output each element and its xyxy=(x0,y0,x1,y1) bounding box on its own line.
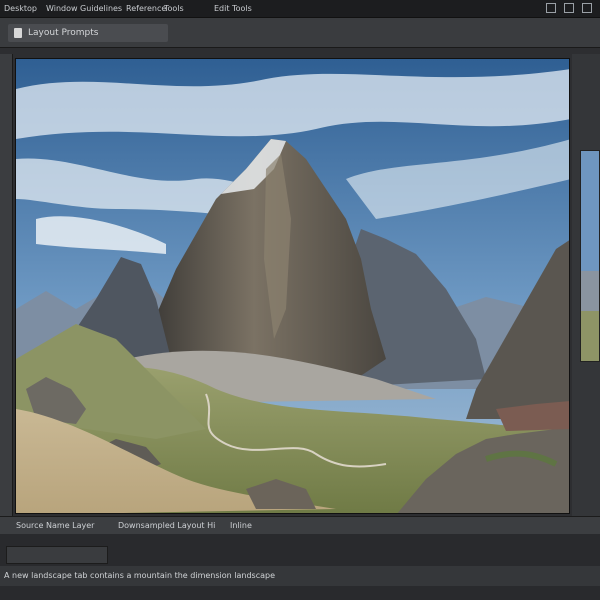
document-icon xyxy=(14,28,22,38)
status-right-text: Inline xyxy=(230,521,252,530)
document-title: Layout Prompts xyxy=(28,28,99,38)
panel-thumbnail[interactable] xyxy=(580,150,600,362)
thumbnail-image xyxy=(581,151,599,361)
landscape-image xyxy=(16,59,569,513)
left-tool-rail[interactable] xyxy=(0,54,13,516)
lower-panel-tab[interactable] xyxy=(6,546,108,564)
document-tab[interactable]: Layout Prompts xyxy=(8,24,168,42)
menu-item-edit-tools[interactable]: Edit Tools xyxy=(214,3,252,14)
minimize-icon[interactable] xyxy=(546,3,556,13)
caption-bar: A new landscape tab contains a mountain … xyxy=(0,566,600,586)
status-left-text: Source Name Layer xyxy=(16,521,95,530)
menu-item-window[interactable]: Window xyxy=(46,3,78,14)
caption-text: A new landscape tab contains a mountain … xyxy=(4,571,275,580)
menu-item-tools[interactable]: Tools xyxy=(164,3,184,14)
document-toolbar: Layout Prompts xyxy=(0,18,600,48)
menu-item-reference[interactable]: Reference xyxy=(126,3,166,14)
image-canvas[interactable] xyxy=(15,58,570,514)
status-middle-text: Downsampled Layout Hi xyxy=(118,521,216,530)
status-strip: Source Name Layer Downsampled Layout Hi … xyxy=(0,516,600,534)
menu-item-guidelines[interactable]: Guidelines xyxy=(80,3,122,14)
close-icon[interactable] xyxy=(582,3,592,13)
menu-bar: Desktop Window Guidelines Reference Tool… xyxy=(0,0,600,18)
menu-item-desktop[interactable]: Desktop xyxy=(4,3,37,14)
maximize-icon[interactable] xyxy=(564,3,574,13)
